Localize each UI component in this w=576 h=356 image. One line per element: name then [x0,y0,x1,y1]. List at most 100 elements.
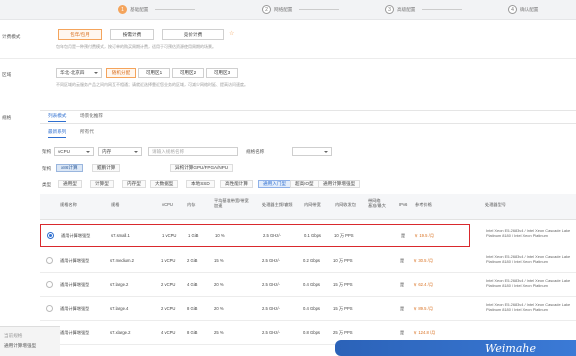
row-price: ￥ 124.8 /月 [413,330,436,335]
row-vcpu: 2 vCPU [161,282,176,287]
region-select[interactable]: 华北-北京四 [56,68,102,78]
table-row[interactable]: 通用计算增强型 s7.medium.2 1 vCPU 2 GiB 15 % 2.… [40,250,576,273]
row-flavor: s7.large.4 [110,306,129,311]
row-net: 0.1 Gbps [304,233,321,238]
table-row[interactable]: 通用计算增强型 s7.small.1 1 vCPU 1 GiB 10 % 2.5… [40,224,470,247]
row-desc: Intel Xeon E5-2683v4 / Intel Xeon Cascad… [486,228,571,239]
row-name: 通用计算增强型 [60,282,90,287]
col-header-ipv6: IPv6 [399,202,408,207]
billing-option-ondemand[interactable]: 按需计费 [110,29,154,40]
row-freq: 2.5 GHz/- [262,282,280,287]
info-icon[interactable]: ☆ [229,30,234,37]
col-header-net: 内网带宽 [304,202,321,207]
row-desc: Intel Xeon E5-2683v4 / Intel Xeon Cascad… [486,278,571,289]
table-row[interactable]: 通用计算增强型 s7.large.4 2 vCPU 8 GiB 20 % 2.5… [40,298,576,321]
footer-value: 通用计算增强型 [4,343,37,348]
row-memory: 2 GiB [187,258,198,263]
row-bandwidth: 25 % [214,330,224,335]
vcpu-placeholder: vCPU [58,149,70,154]
row-vcpu: 1 vCPU [161,258,176,263]
row-radio[interactable] [46,305,53,312]
tab-scenario[interactable]: 场景化推荐 [80,113,103,121]
type-general-entry[interactable]: 通用入门型 [258,180,291,188]
row-bandwidth: 20 % [214,306,224,311]
spec-name-placeholder: 请输入规格名称 [152,148,185,154]
type-local-ssd[interactable]: 本地SSD [186,180,215,188]
type-compute[interactable]: 计算型 [90,180,114,188]
type-general[interactable]: 通用型 [58,180,82,188]
col-header-price: 参考价格 [415,202,432,207]
row-flavor: s7.xlarge.2 [110,330,131,335]
col-header-network-line2: 基准/最大 [368,203,386,208]
region-value: 华北-北京四 [60,70,85,75]
row-freq: 2.5 GHz/- [262,306,280,311]
arch-x86[interactable]: x86计算 [56,164,83,172]
type-high-io[interactable]: 超高IO型 [290,180,319,188]
row-pps: 15 万 PPS [333,306,353,311]
row-radio[interactable] [46,257,53,264]
row-name: 通用计算增强型 [61,233,91,238]
type-memory[interactable]: 内存型 [122,180,146,188]
extra-select[interactable] [292,147,332,156]
step-3[interactable]: 3 高级配置 [385,5,463,14]
row-price: ￥ 19.5 /月 [414,233,435,238]
row-ipv6: 是 [400,330,405,335]
zone-1[interactable]: 可用区1 [138,68,170,78]
arch-heterogeneous[interactable]: 异构计算GPU/FPGA/NPU [170,164,234,172]
arch-label: 架构 [42,166,52,171]
type-general-enhanced[interactable]: 通用计算增强型 [318,180,361,188]
spec-label: 规格 [2,115,12,120]
billing-option-monthly[interactable]: 包年/包月 [58,29,102,40]
type-hpc[interactable]: 高性能计算 [220,180,253,188]
row-vcpu: 2 vCPU [161,306,176,311]
step-1-label: 基础配置 [130,6,149,12]
footer-current-spec: 当前规格 通用计算增强型 [0,326,60,356]
vcpu-select[interactable]: vCPU [54,147,94,156]
row-name: 通用计算增强型 [60,330,90,335]
memory-select[interactable]: 内存 [98,147,142,156]
tab-list-mode[interactable]: 列表模式 [48,113,67,122]
zone-2[interactable]: 可用区2 [172,68,204,78]
row-ipv6: 是 [400,282,405,287]
row-name: 通用计算增强型 [60,306,90,311]
row-memory: 8 GiB [187,306,198,311]
row-price: ￥ 89.5 /月 [413,306,434,311]
type-label: 类型 [42,182,52,187]
step-3-number: 3 [385,5,394,14]
table-row[interactable]: 通用计算增强型 s7.large.2 2 vCPU 4 GiB 20 % 2.5… [40,274,576,297]
arch-kunpeng[interactable]: 鲲鹏计算 [92,164,121,172]
left-gutter: 计费模式 区域 规格 [0,20,40,356]
spec-name-label: 规格名称 [246,149,265,154]
row-pps: 15 万 PPS [333,282,353,287]
row-name: 通用计算增强型 [60,258,90,263]
step-1[interactable]: 1 基础配置 [118,5,196,14]
row-ipv6: 是 [400,306,405,311]
row-net: 0.8 Gbps [303,330,320,335]
region-label: 区域 [2,72,12,77]
billing-option-spot[interactable]: 竞价计费 [162,29,224,40]
step-4[interactable]: 4 确认配置 [508,5,538,14]
footer-label: 当前规格 [4,333,23,338]
col-header-bandwidth: 平均基准带宽/带宽 加速 [214,198,254,208]
spec-name-input[interactable]: 请输入规格名称 [148,147,238,156]
step-1-number: 1 [118,5,127,14]
row-freq: 2.5 GHz/- [262,330,280,335]
step-2[interactable]: 2 网络配置 [262,5,340,14]
zone-random[interactable]: 随机分配 [106,68,136,78]
row-pps: 10 万 PPS [334,233,354,238]
row-radio[interactable] [46,281,53,288]
row-ipv6: 是 [401,233,406,238]
chevron-down-icon [324,150,328,153]
subtab-all[interactable]: 所有代 [80,129,94,137]
col-header-flavor: 规格 [111,202,120,207]
row-radio[interactable] [47,232,54,239]
type-bigdata[interactable]: 大数据型 [150,180,179,188]
stepper-bar: 1 基础配置 2 网络配置 3 高级配置 4 确认配置 [0,0,576,20]
row-net: 0.4 Gbps [303,282,320,287]
subtab-latest[interactable]: 最新系列 [48,129,67,138]
chevron-down-icon [86,150,90,153]
row-bandwidth: 10 % [215,233,225,238]
zone-3[interactable]: 可用区3 [206,68,238,78]
billing-hint: 包年包月是一种预付费模式，按订单的购买周期计费，适用于可预估资源使用周期的场景。 [56,44,216,49]
row-memory: 1 GiB [188,233,199,238]
